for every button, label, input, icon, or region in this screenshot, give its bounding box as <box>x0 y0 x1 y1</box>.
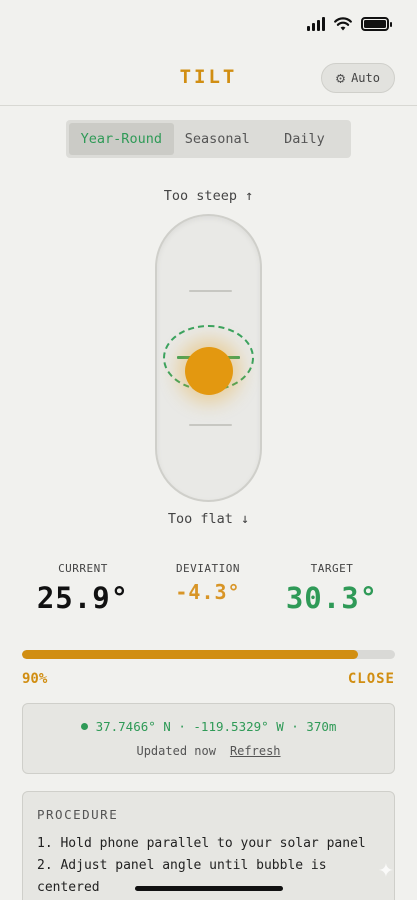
wifi-icon <box>334 17 352 31</box>
metric-deviation: DEVIATION -4.3° <box>148 562 268 604</box>
tilt-level-track <box>155 214 262 502</box>
refresh-link[interactable]: Refresh <box>230 744 281 758</box>
level-tick-lower <box>189 424 232 426</box>
procedure-step-2: 2. Adjust panel angle until bubble is ce… <box>37 858 327 895</box>
metric-target-label: TARGET <box>310 562 354 575</box>
metric-current-label: CURRENT <box>58 562 108 575</box>
procedure-title: PROCEDURE <box>37 807 119 822</box>
auto-button[interactable]: ⚙ Auto <box>321 63 395 93</box>
home-indicator[interactable] <box>135 886 283 891</box>
cellular-signal-icon <box>307 17 325 31</box>
status-bar <box>0 0 417 52</box>
status-icons <box>307 17 392 31</box>
location-coords: 37.7466° N · -119.5329° W · 370m <box>95 719 337 734</box>
battery-icon <box>361 17 392 31</box>
metric-target-value: 30.3° <box>285 581 379 615</box>
alignment-percent: 90% <box>22 671 48 687</box>
alignment-progress-fill <box>22 650 358 659</box>
too-flat-hint: Too flat ↓ <box>167 511 250 527</box>
metric-deviation-label: DEVIATION <box>175 562 241 575</box>
metrics-row: CURRENT 25.9° DEVIATION -4.3° TARGET 30.… <box>0 562 417 622</box>
procedure-step-1: 1. Hold phone parallel to your solar pan… <box>37 836 366 851</box>
procedure-card: PROCEDURE 1. Hold phone parallel to your… <box>22 791 395 900</box>
location-card: 37.7466° N · -119.5329° W · 370m Updated… <box>22 703 395 774</box>
location-coords-line: 37.7466° N · -119.5329° W · 370m <box>23 719 394 734</box>
metric-current: CURRENT 25.9° <box>23 562 143 615</box>
too-steep-hint: Too steep ↑ <box>163 188 254 204</box>
sparkle-icon: ✦ <box>378 854 394 884</box>
auto-button-label: Auto <box>351 71 380 85</box>
gear-icon: ⚙ <box>336 68 346 87</box>
level-bubble <box>185 347 233 395</box>
metric-current-value: 25.9° <box>36 581 130 615</box>
alignment-progress-bar <box>22 650 395 659</box>
metric-target: TARGET 30.3° <box>272 562 392 615</box>
level-tick-upper <box>189 290 232 292</box>
tab-daily[interactable]: Daily <box>261 123 348 155</box>
location-updated-text: Updated now <box>136 744 216 758</box>
tab-year-round[interactable]: Year-Round <box>69 123 174 155</box>
mode-segmented-control: Year-Round Seasonal Daily <box>66 120 351 158</box>
location-update-line: Updated now Refresh <box>23 744 394 758</box>
gps-status-dot-icon <box>80 723 88 730</box>
metric-deviation-value: -4.3° <box>175 580 241 604</box>
alignment-state: CLOSE <box>347 671 395 687</box>
tab-seasonal[interactable]: Seasonal <box>174 123 261 155</box>
app-header: TILT ⚙ Auto <box>0 52 417 106</box>
